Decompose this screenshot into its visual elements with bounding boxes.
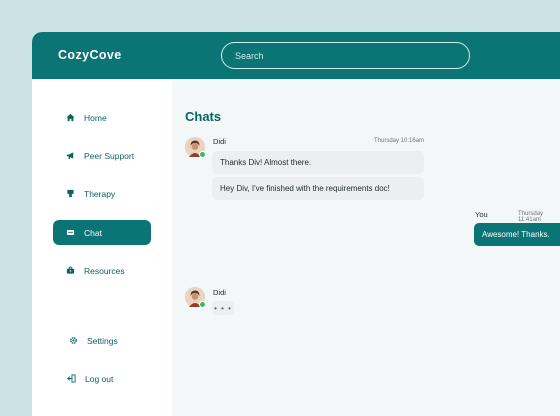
sidebar-item-resources[interactable]: Resources bbox=[53, 258, 151, 283]
chat-panel: Chats Didi Thursday 10:16am Thanks Div! … bbox=[172, 79, 560, 416]
settings-label: Settings bbox=[87, 335, 118, 346]
settings-button[interactable]: Settings bbox=[56, 328, 154, 353]
gear-icon bbox=[68, 336, 78, 346]
sidebar-item-label: Chat bbox=[84, 227, 102, 238]
app-logo: CozyCove bbox=[58, 48, 122, 62]
message-timestamp: Thursday 10:16am bbox=[374, 138, 425, 144]
online-status-icon bbox=[199, 151, 206, 158]
sidebar-item-label: Peer Support bbox=[84, 150, 135, 161]
chat-icon bbox=[65, 228, 75, 238]
avatar[interactable] bbox=[185, 287, 206, 308]
sidebar-item-label: Home bbox=[84, 112, 107, 123]
sidebar-item-peer-support[interactable]: Peer Support bbox=[53, 143, 151, 168]
sidebar-item-chat[interactable]: Chat bbox=[53, 220, 151, 245]
message-sender: Didi bbox=[213, 288, 226, 297]
message-timestamp: Thursday 11:41am bbox=[518, 211, 544, 223]
home-icon bbox=[65, 113, 75, 123]
sidebar-item-label: Resources bbox=[84, 265, 125, 276]
sidebar-item-home[interactable]: Home bbox=[53, 105, 151, 130]
top-bar: CozyCove bbox=[32, 32, 560, 79]
message-bubble-outgoing: Awesome! Thanks. bbox=[474, 223, 560, 246]
page-title: Chats bbox=[185, 109, 222, 124]
message-sender: Didi bbox=[213, 137, 226, 146]
message-bubble: Thanks Div! Almost there. bbox=[212, 151, 424, 174]
logout-icon bbox=[66, 374, 76, 384]
sidebar: Home Peer Support Therapy Chat Resources bbox=[32, 79, 172, 416]
sidebar-item-label: Therapy bbox=[84, 188, 116, 199]
avatar[interactable] bbox=[185, 137, 206, 158]
sidebar-item-therapy[interactable]: Therapy bbox=[53, 181, 151, 206]
app-window: CozyCove Home Peer Support Therapy bbox=[32, 32, 560, 416]
couch-icon bbox=[65, 189, 75, 199]
megaphone-icon bbox=[65, 151, 75, 161]
message-bubble: Hey Div, I've finished with the requirem… bbox=[212, 177, 424, 200]
typing-indicator: • • • bbox=[212, 301, 234, 315]
logout-label: Log out bbox=[85, 373, 114, 384]
search-input[interactable] bbox=[221, 42, 470, 69]
toolbox-icon bbox=[65, 266, 75, 276]
logout-button[interactable]: Log out bbox=[54, 366, 152, 391]
online-status-icon bbox=[199, 301, 206, 308]
message-sender: You bbox=[475, 210, 488, 219]
